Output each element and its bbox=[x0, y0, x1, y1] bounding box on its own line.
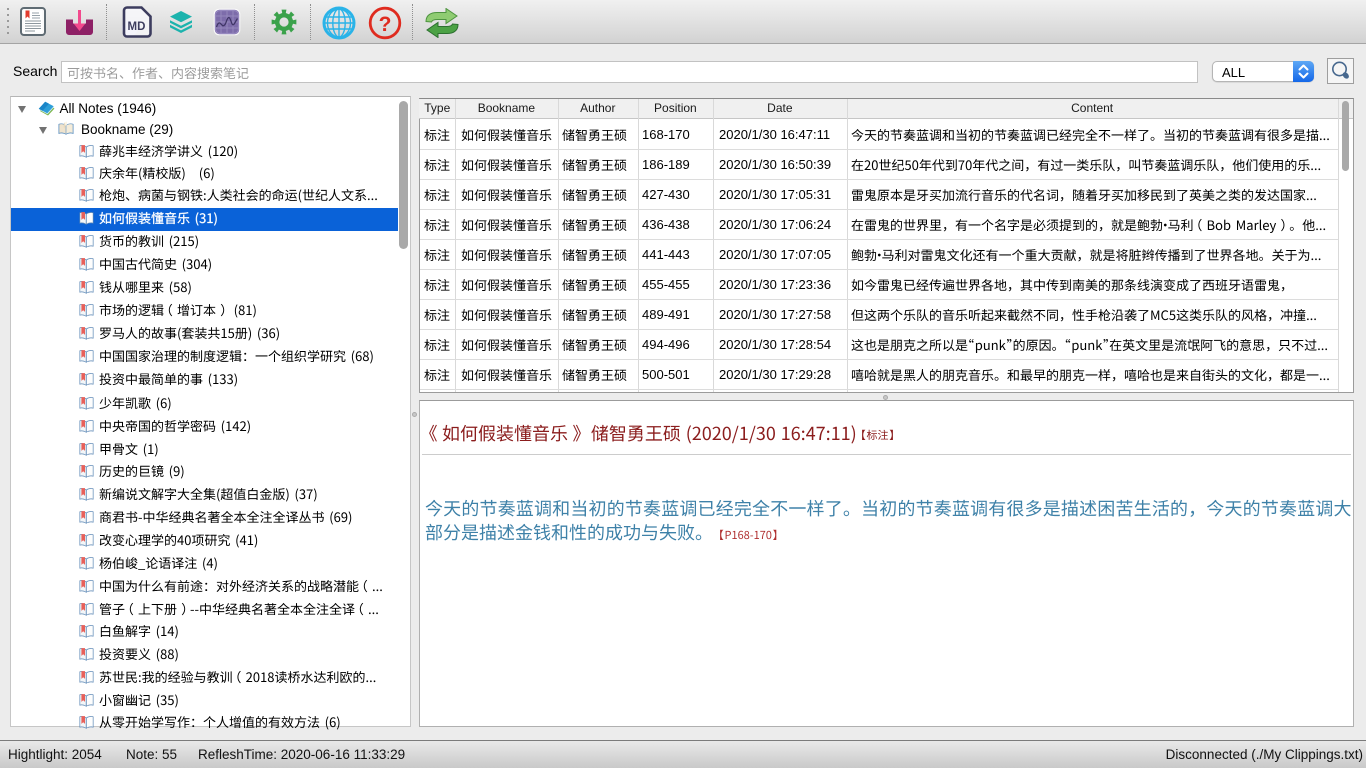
svg-text:?: ? bbox=[379, 13, 392, 36]
svg-text:MD: MD bbox=[128, 21, 146, 33]
